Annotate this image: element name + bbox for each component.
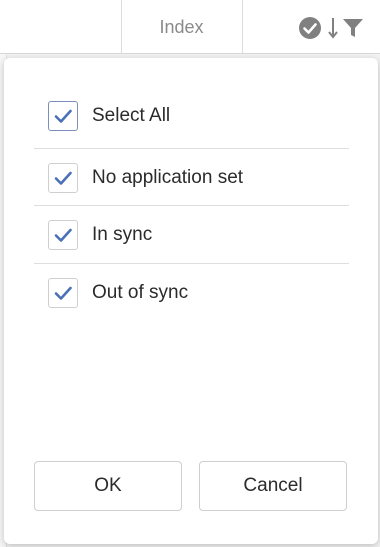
option-label: Out of sync bbox=[92, 281, 189, 303]
no-application-set-checkbox[interactable] bbox=[48, 162, 78, 193]
checkmark-icon bbox=[54, 171, 72, 185]
grid-header: Index bbox=[0, 0, 380, 54]
filter-dialog: Select All No application set In sync Ou… bbox=[4, 58, 378, 544]
option-out-of-sync[interactable]: Out of sync bbox=[34, 264, 349, 321]
option-label: In sync bbox=[92, 223, 153, 245]
option-in-sync[interactable]: In sync bbox=[34, 206, 349, 263]
checkmark-icon bbox=[54, 228, 72, 242]
option-select-all[interactable]: Select All bbox=[34, 87, 349, 144]
check-circle-icon bbox=[298, 16, 322, 40]
cancel-button[interactable]: Cancel bbox=[199, 461, 347, 511]
select-all-checkbox[interactable] bbox=[48, 100, 78, 131]
option-no-application-set[interactable]: No application set bbox=[34, 149, 349, 206]
out-of-sync-checkbox[interactable] bbox=[48, 277, 78, 308]
sort-down-arrow-icon[interactable] bbox=[322, 16, 340, 40]
option-label: No application set bbox=[92, 166, 244, 188]
checkmark-icon bbox=[54, 286, 72, 300]
column-divider bbox=[242, 0, 243, 54]
column-header-index[interactable]: Index bbox=[121, 0, 242, 54]
column-header-tools bbox=[298, 15, 364, 41]
filter-funnel-icon[interactable] bbox=[340, 17, 364, 39]
ok-button[interactable]: OK bbox=[34, 461, 182, 511]
in-sync-checkbox[interactable] bbox=[48, 219, 78, 250]
page: Index Select All No application set In s… bbox=[0, 0, 380, 547]
checkmark-icon bbox=[54, 109, 72, 123]
option-label: Select All bbox=[92, 104, 171, 126]
